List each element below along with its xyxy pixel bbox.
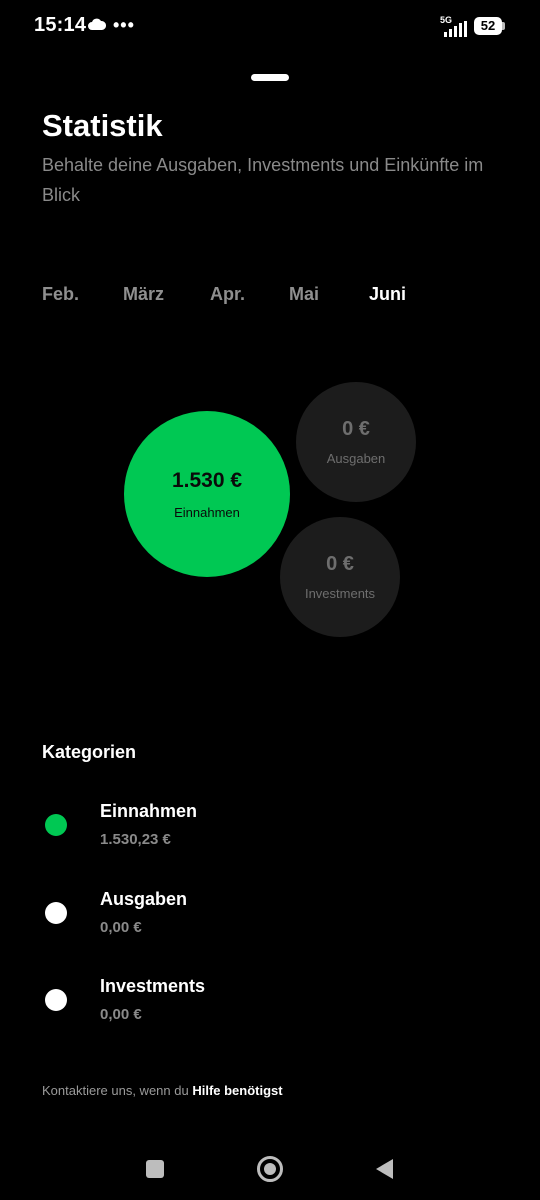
battery-icon: 52 [474, 17, 506, 35]
expenses-bubble[interactable]: 0 € Ausgaben [296, 382, 416, 502]
help-text-prefix: Kontaktiere uns, wenn du [42, 1083, 193, 1098]
home-icon[interactable] [257, 1156, 283, 1182]
tab-apr[interactable]: Apr. [210, 284, 245, 305]
income-amount: 1.530 € [171, 468, 243, 492]
category-dot-icon [45, 902, 67, 924]
month-tabs: Feb. März Apr. Mai Juni [0, 284, 540, 310]
battery-level: 52 [480, 18, 496, 33]
drag-handle[interactable] [251, 74, 289, 81]
category-value: 0,00 € [100, 919, 142, 936]
signal-indicator: 5G [440, 15, 468, 37]
tab-juni[interactable]: Juni [369, 284, 406, 305]
category-value: 0,00 € [100, 1006, 142, 1023]
category-investments[interactable]: Investments 0,00 € [0, 975, 540, 1035]
help-link[interactable]: Hilfe benötigst [192, 1083, 282, 1098]
expenses-label: Ausgaben [326, 451, 386, 466]
income-bubble[interactable]: 1.530 € Einnahmen [124, 411, 290, 577]
page-subtitle: Behalte deine Ausgaben, Investments und … [42, 155, 484, 205]
category-ausgaben[interactable]: Ausgaben 0,00 € [0, 888, 540, 948]
system-nav-bar [0, 1140, 540, 1200]
signal-icon [444, 21, 467, 37]
help-text: Kontaktiere uns, wenn du Hilfe benötigst [42, 1083, 283, 1098]
tab-mai[interactable]: Mai [289, 284, 319, 305]
back-icon[interactable] [376, 1159, 393, 1179]
tab-maerz[interactable]: März [123, 284, 164, 305]
category-name: Einnahmen [100, 801, 198, 821]
category-value: 1.530,23 € [100, 831, 171, 848]
cloud-icon [88, 18, 106, 30]
category-name: Investments [100, 976, 206, 996]
recents-icon[interactable] [146, 1160, 164, 1178]
page-title: Statistik [42, 108, 163, 143]
category-name: Ausgaben [100, 889, 188, 909]
categories-title: Kategorien [42, 742, 137, 762]
expenses-amount: 0 € [342, 418, 370, 440]
investments-amount: 0 € [326, 553, 354, 575]
tab-feb[interactable]: Feb. [42, 284, 79, 305]
income-label: Einnahmen [174, 504, 240, 520]
category-dot-icon [45, 814, 67, 836]
investments-label: Investments [304, 586, 376, 601]
category-einnahmen[interactable]: Einnahmen 1.530,23 € [0, 800, 540, 860]
investments-bubble[interactable]: 0 € Investments [280, 517, 400, 637]
status-time: 15:14 [34, 14, 87, 36]
category-dot-icon [45, 989, 67, 1011]
more-icon: ••• [113, 15, 135, 35]
battery-cap [502, 22, 505, 30]
status-bar: 15:14 ••• 5G 52 [0, 0, 540, 52]
